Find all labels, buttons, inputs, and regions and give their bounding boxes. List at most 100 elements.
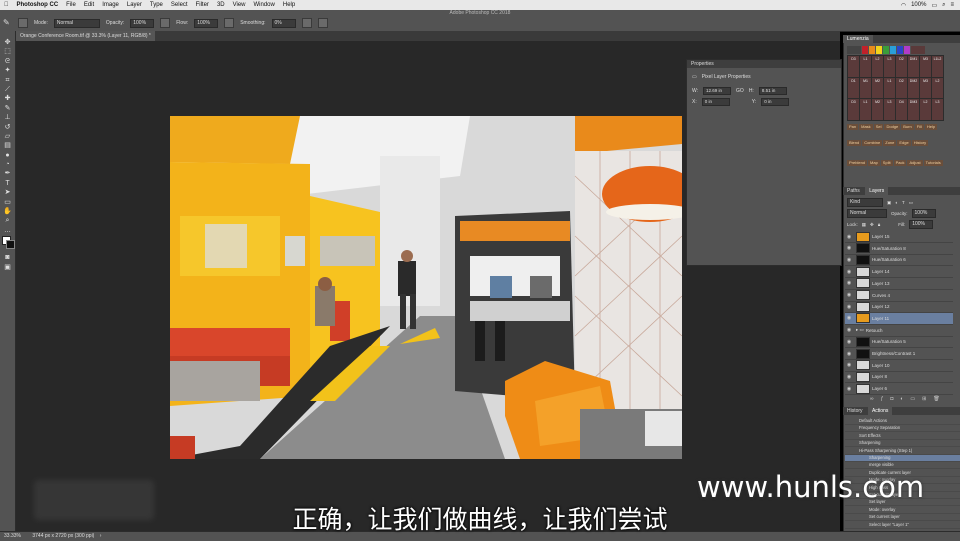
menu-file[interactable]: File [62,2,80,8]
lum-cell[interactable]: L2 [932,77,943,99]
lum-cell[interactable]: D3 [848,99,859,120]
action-item[interactable]: Default Actions [845,418,960,425]
apple-icon[interactable]:  [0,2,13,8]
menu-view[interactable]: View [229,2,250,8]
filter-adjust-icon[interactable]: ◐ [895,200,898,205]
eyedropper-tool-icon[interactable]: ⟋ [3,86,12,93]
visibility-eye-icon[interactable]: ◉ [845,351,853,357]
lumenzia-preblend-button[interactable]: Preblend [847,160,868,166]
lum-cell[interactable]: L1L2 [932,56,943,77]
lock-pixels-icon[interactable]: ▦ [862,222,866,228]
layer-row[interactable]: ◉ Hue/Saturation 5 [845,336,953,349]
lum-cell[interactable]: M3 [920,56,931,77]
flow-field[interactable]: 100% [194,18,219,28]
layer-row[interactable]: ◉ Brightness/Contrast 1 [845,348,953,360]
lum-cell[interactable]: L3 [932,99,943,120]
swatch-cyan[interactable] [890,46,896,54]
lumenzia-help-button[interactable]: Help [924,124,938,130]
visibility-eye-icon[interactable]: ◉ [845,362,853,368]
dodge-tool-icon[interactable]: ◔ [3,161,12,168]
lum-cell[interactable]: D2 [896,77,907,99]
lumenzia-split-button[interactable]: Split [880,160,893,166]
action-item[interactable]: Sharpening [845,455,960,462]
lum-cell[interactable]: M1 [860,77,871,99]
path-select-tool-icon[interactable]: ➤ [3,189,12,196]
menu-window[interactable]: Window [250,2,279,8]
swatch-magenta[interactable] [904,46,910,54]
tab-actions[interactable]: Actions [867,407,893,415]
lum-cell[interactable]: M3 [920,77,931,99]
hand-tool-icon[interactable]: ✋ [3,208,12,215]
x-field[interactable]: 0 in [701,98,730,106]
menu-filter[interactable]: Filter [192,2,213,8]
menu-select[interactable]: Select [167,2,192,8]
lumenzia-adjust-button[interactable]: Adjust [907,160,923,166]
pressure-size-button[interactable] [317,18,328,28]
layer-thumbnail[interactable] [856,313,870,324]
action-item[interactable]: merge visible [845,462,960,470]
smoothing-options-gear-icon[interactable] [301,18,312,28]
eraser-tool-icon[interactable]: ▱ [3,133,12,140]
layer-row[interactable]: ◉ Hue/Saturation 8 [845,243,953,255]
lock-all-icon[interactable]: 🔒︎ [878,222,880,227]
lumenzia-tab[interactable]: Lumenzia [843,35,873,43]
document-tab[interactable]: Orange Conference Room.tif @ 33.3% (Laye… [16,31,155,41]
airbrush-button[interactable] [224,18,235,28]
visibility-eye-icon[interactable]: ◉ [845,374,853,380]
lumenzia-pan-button[interactable]: Pan [847,124,859,130]
layer-row[interactable]: ◉ Layer 13 [845,278,953,290]
menu-app-name[interactable]: Photoshop CC [13,2,63,8]
visibility-eye-icon[interactable]: ◉ [845,257,853,263]
layer-row[interactable]: ◉ Layer 10 [845,360,953,372]
layer-row[interactable]: ◉ Layer 14 [845,266,953,279]
lum-cell[interactable]: L2 [872,56,883,77]
lumenzia-combine-button[interactable]: Combine [862,140,883,146]
lumenzia-blend-button[interactable]: Blend [847,140,862,146]
lum-cell[interactable]: L1 [884,77,895,99]
lumenzia-zone-button[interactable]: Zone [883,140,897,146]
link-dimensions-button[interactable]: GO [736,88,744,94]
more-tools-icon[interactable]: … [3,227,12,234]
screen-mode-icon[interactable]: ▣ [3,264,12,271]
new-layer-icon[interactable]: ⊞ [922,396,926,402]
lum-cell[interactable]: DM1 [908,56,919,77]
lumenzia-fill-button[interactable]: Fill [914,124,924,130]
tab-paths[interactable]: Paths [843,187,864,195]
lum-cell[interactable]: L2 [920,99,931,120]
type-tool-icon[interactable]: T [3,180,12,187]
menu-image[interactable]: Image [98,2,123,8]
pen-tool-icon[interactable]: ✒ [3,170,12,177]
layer-thumbnail[interactable] [856,278,870,289]
layer-row[interactable]: ◉ Hue/Saturation 6 [845,254,953,267]
lum-cell[interactable]: DM3 [908,99,919,120]
layer-row[interactable]: ◉ Layer 6 [845,383,953,396]
tab-layers[interactable]: Layers [865,187,889,195]
swatch-orange[interactable] [869,46,875,54]
layer-row[interactable]: ◉ Layer 8 [845,371,953,384]
y-field[interactable]: 0 in [761,98,790,106]
lock-position-icon[interactable]: ✥ [870,222,874,228]
visibility-eye-icon[interactable]: ◉ [845,245,853,251]
move-tool-icon[interactable]: ✥ [3,39,12,46]
layer-thumbnail[interactable] [856,383,870,394]
pressure-opacity-button[interactable] [160,18,171,28]
menu-list-icon[interactable]: ≡ [950,2,954,8]
lumenzia-tutorials-button[interactable]: Tutorials [923,160,943,166]
lum-cell[interactable]: D3 [848,56,859,77]
menu-type[interactable]: Type [146,2,167,8]
layer-blend-mode-select[interactable]: Normal [847,209,887,218]
layer-row[interactable]: ◉ Layer 12 [845,301,953,314]
layer-thumbnail[interactable] [856,348,870,359]
visibility-eye-icon[interactable]: ◉ [845,280,853,286]
swatch-blue[interactable] [897,46,903,54]
layer-opacity-field[interactable]: 100% [911,209,936,218]
lumenzia-dodge-button[interactable]: Dodge [884,124,901,130]
lum-cell[interactable]: L3 [884,56,895,77]
lum-cell[interactable]: L1 [860,56,871,77]
link-layers-icon[interactable]: ∞ [870,396,874,402]
add-mask-icon[interactable]: ◘ [890,396,893,402]
mode-select[interactable]: Normal [53,18,100,28]
new-group-icon[interactable]: ▭ [910,396,915,402]
action-item[interactable]: Hi-Pass Sharpening (Step 1) [845,448,960,455]
visibility-eye-icon[interactable]: ◉ [845,315,853,321]
